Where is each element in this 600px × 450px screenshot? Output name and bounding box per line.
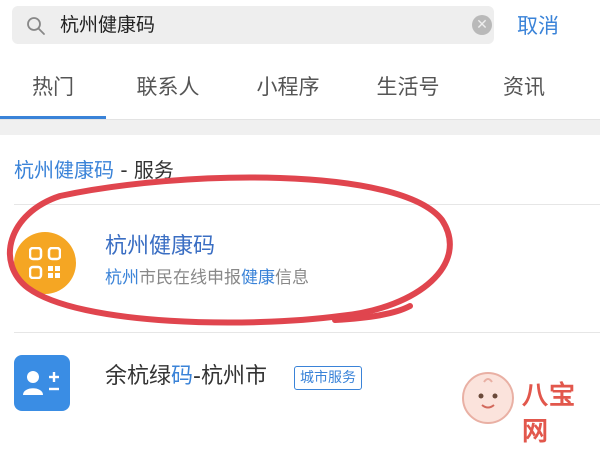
contact-card-icon — [14, 355, 70, 411]
watermark-text: 八宝网 — [522, 381, 577, 447]
baby-face-icon — [462, 372, 514, 424]
watermark-logo: 八宝网 — [462, 370, 594, 447]
tab-hot[interactable]: 热门 — [20, 72, 86, 102]
search-bar[interactable]: 杭州健康码 ✕ — [12, 6, 494, 44]
tab-mini-programs[interactable]: 小程序 — [248, 72, 328, 102]
search-icon — [27, 17, 45, 35]
title-text: 余杭绿 — [105, 364, 172, 389]
section-gap — [0, 120, 600, 135]
result-title: 余杭绿码-杭州市 — [105, 362, 267, 392]
clear-icon[interactable]: ✕ — [472, 15, 492, 35]
divider — [14, 332, 600, 333]
tab-news[interactable]: 资讯 — [494, 72, 554, 102]
cancel-button[interactable]: 取消 — [517, 12, 559, 40]
title-text: -杭州市 — [193, 364, 267, 389]
tab-contacts[interactable]: 联系人 — [128, 72, 208, 102]
red-annotation-circle — [6, 174, 453, 326]
search-input[interactable]: 杭州健康码 — [60, 12, 155, 38]
title-highlight: 码 — [171, 364, 194, 389]
tab-life-accounts[interactable]: 生活号 — [368, 72, 448, 102]
city-service-badge: 城市服务 — [294, 366, 362, 390]
tab-bar: 热门 联系人 小程序 生活号 资讯 — [0, 64, 600, 120]
